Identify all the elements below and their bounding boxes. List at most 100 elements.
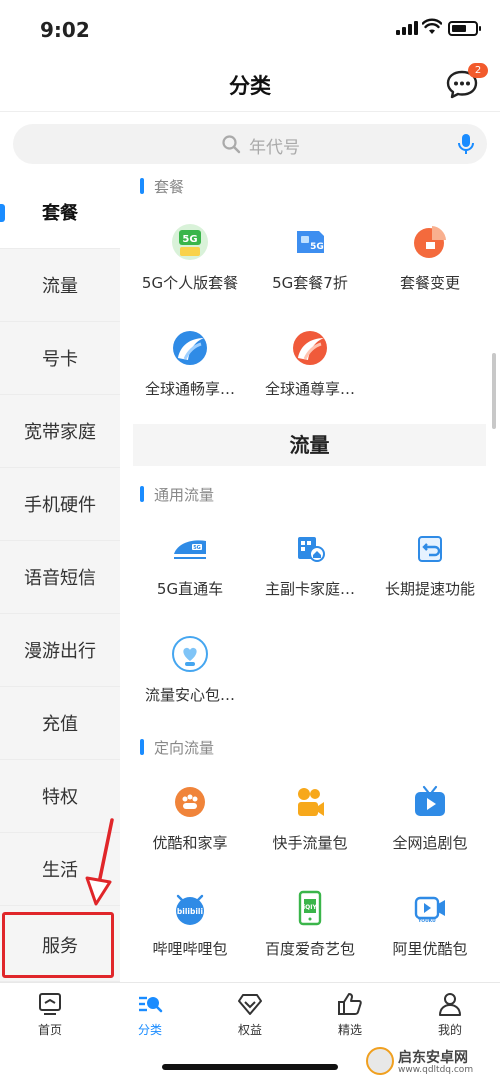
wifi-icon — [422, 18, 442, 34]
home-icon — [39, 993, 61, 1015]
diamond-icon — [238, 994, 262, 1015]
bottom-tab-bar: 首页 分类 权益 精选 我的 — [0, 982, 500, 1042]
grid-item-label: 5G个人版套餐 — [141, 274, 239, 292]
tab-label: 首页 — [37, 1023, 62, 1037]
sidebar-item-voice-sms[interactable]: 语音短信 — [0, 541, 120, 614]
tab-featured[interactable]: 精选 — [300, 991, 400, 1038]
watermark: 启东安卓网 www.qdltdq.com — [366, 1045, 494, 1079]
sidebar-item-haoka[interactable]: 号卡 — [0, 322, 120, 395]
grid-item-label: 流量安心包… — [144, 686, 235, 704]
global-blue-icon — [173, 331, 207, 365]
global-red-icon — [293, 331, 327, 365]
tv-play-icon — [415, 785, 445, 816]
sidebar-item-roaming[interactable]: 漫游出行 — [0, 614, 120, 687]
section-title-general-data: 通用流量 — [140, 484, 214, 505]
grid-item-label: 快手流量包 — [272, 834, 348, 852]
grid-item-kuaishou[interactable]: 快手流量包 — [248, 782, 372, 853]
tab-mine[interactable]: 我的 — [400, 991, 500, 1038]
svg-text:iQIY: iQIY — [303, 904, 317, 911]
grid-item-drama-pack[interactable]: 全网追剧包 — [368, 782, 492, 853]
grid-item-label: 主副卡家庭… — [264, 580, 355, 598]
microphone-icon[interactable] — [455, 132, 477, 156]
heart-data-icon — [172, 636, 208, 672]
grid-item-label: 百度爱奇艺包 — [264, 940, 355, 958]
section-title-targeted-data: 定向流量 — [140, 737, 214, 758]
bilibili-icon: bilibili — [176, 894, 204, 925]
youku-icon: YOUKU — [414, 896, 445, 924]
status-time: 9:02 — [40, 18, 90, 42]
5g-sim-icon: 5G — [297, 231, 324, 253]
watermark-title: 启东安卓网 — [398, 1050, 468, 1066]
youku-family-icon — [175, 787, 205, 817]
tab-benefits[interactable]: 权益 — [200, 991, 300, 1038]
pie-chart-icon — [414, 226, 446, 258]
grid-item-5g-personal-plan[interactable]: 5G 5G个人版套餐 — [128, 222, 252, 293]
grid-item-ali-youku[interactable]: YOUKU 阿里优酷包 — [368, 888, 492, 959]
grid-item-label: 长期提速功能 — [384, 580, 475, 598]
grid-item-data-peace[interactable]: 流量安心包… — [128, 634, 252, 705]
grid-item-label: 优酷和家享 — [152, 834, 228, 852]
tab-label: 权益 — [237, 1023, 262, 1037]
search-bar[interactable]: 年代号 — [13, 124, 487, 164]
page-title: 分类 — [229, 74, 271, 98]
tab-home[interactable]: 首页 — [0, 991, 100, 1038]
home-indicator — [162, 1064, 338, 1070]
grid-item-label: 全球通畅享… — [144, 380, 235, 398]
grid-item-label: 5G直通车 — [156, 580, 224, 598]
user-icon — [439, 993, 461, 1016]
category-icon — [139, 996, 163, 1013]
speed-boost-icon — [418, 536, 442, 562]
5g-plan-icon: 5G — [172, 224, 208, 260]
section-band-liuliang: 流量 — [133, 424, 486, 466]
thumbs-up-icon — [338, 993, 362, 1015]
sidebar-item-recharge[interactable]: 充值 — [0, 687, 120, 760]
svg-text:bilibili: bilibili — [177, 907, 203, 916]
grid-item-label: 5G套餐7折 — [272, 274, 348, 292]
svg-text:5G: 5G — [182, 234, 197, 245]
category-content: 套餐 5G 5G个人版套餐 5G 5G套餐7折 套餐变更 全球通畅享… 全球通尊… — [120, 176, 500, 982]
section-title-taocan: 套餐 — [140, 176, 184, 197]
watermark-logo-icon — [366, 1047, 394, 1075]
message-count-badge: 2 — [468, 63, 488, 78]
grid-item-5g-express[interactable]: 5G 5G直通车 — [128, 528, 252, 599]
grid-item-label: 哔哩哔哩包 — [152, 940, 228, 958]
grid-item-5g-discount[interactable]: 5G 5G套餐7折 — [248, 222, 372, 293]
search-icon — [222, 135, 241, 154]
grid-item-label: 全球通尊享… — [264, 380, 355, 398]
watermark-url: www.qdltdq.com — [398, 1065, 474, 1075]
sidebar-item-hardware[interactable]: 手机硬件 — [0, 468, 120, 541]
grid-item-youku-family[interactable]: 优酷和家享 — [128, 782, 252, 853]
sidebar-item-taocan[interactable]: 套餐 — [0, 176, 120, 249]
status-bar: 9:02 — [0, 0, 500, 58]
grid-item-plan-change[interactable]: 套餐变更 — [368, 222, 492, 293]
tab-label: 精选 — [337, 1023, 362, 1037]
grid-item-bilibili[interactable]: bilibili 哔哩哔哩包 — [128, 888, 252, 959]
grid-item-label: 阿里优酷包 — [392, 940, 468, 958]
svg-text:5G: 5G — [310, 242, 324, 252]
grid-item-label: 全网追剧包 — [392, 834, 468, 852]
grid-item-speed-boost[interactable]: 长期提速功能 — [368, 528, 492, 599]
kuaishou-icon — [298, 788, 324, 816]
tab-category[interactable]: 分类 — [100, 991, 200, 1038]
grid-item-family-card[interactable]: 主副卡家庭… — [248, 528, 372, 599]
family-card-icon — [298, 537, 325, 562]
5g-train-icon: 5G — [174, 540, 206, 559]
service-highlight-box — [2, 912, 114, 978]
red-arrow-annotation — [85, 818, 114, 906]
sidebar-item-liuliang[interactable]: 流量 — [0, 249, 120, 322]
iqiyi-icon: iQIY — [298, 890, 322, 926]
grid-item-label: 套餐变更 — [399, 274, 460, 292]
tab-label: 分类 — [137, 1023, 162, 1037]
sidebar-item-broadband[interactable]: 宽带家庭 — [0, 395, 120, 468]
svg-text:5G: 5G — [193, 545, 201, 551]
page-header: 分类 2 — [0, 58, 500, 112]
tab-label: 我的 — [437, 1023, 462, 1037]
grid-item-global-premium[interactable]: 全球通尊享… — [248, 328, 372, 399]
battery-icon — [448, 21, 481, 36]
grid-item-iqiyi[interactable]: iQIY 百度爱奇艺包 — [248, 888, 372, 959]
grid-item-global-enjoy[interactable]: 全球通畅享… — [128, 328, 252, 399]
cellular-signal-icon — [396, 21, 418, 35]
content-scrollbar[interactable] — [492, 353, 496, 429]
search-placeholder: 年代号 — [249, 138, 300, 158]
svg-text:YOUKU: YOUKU — [417, 918, 436, 924]
